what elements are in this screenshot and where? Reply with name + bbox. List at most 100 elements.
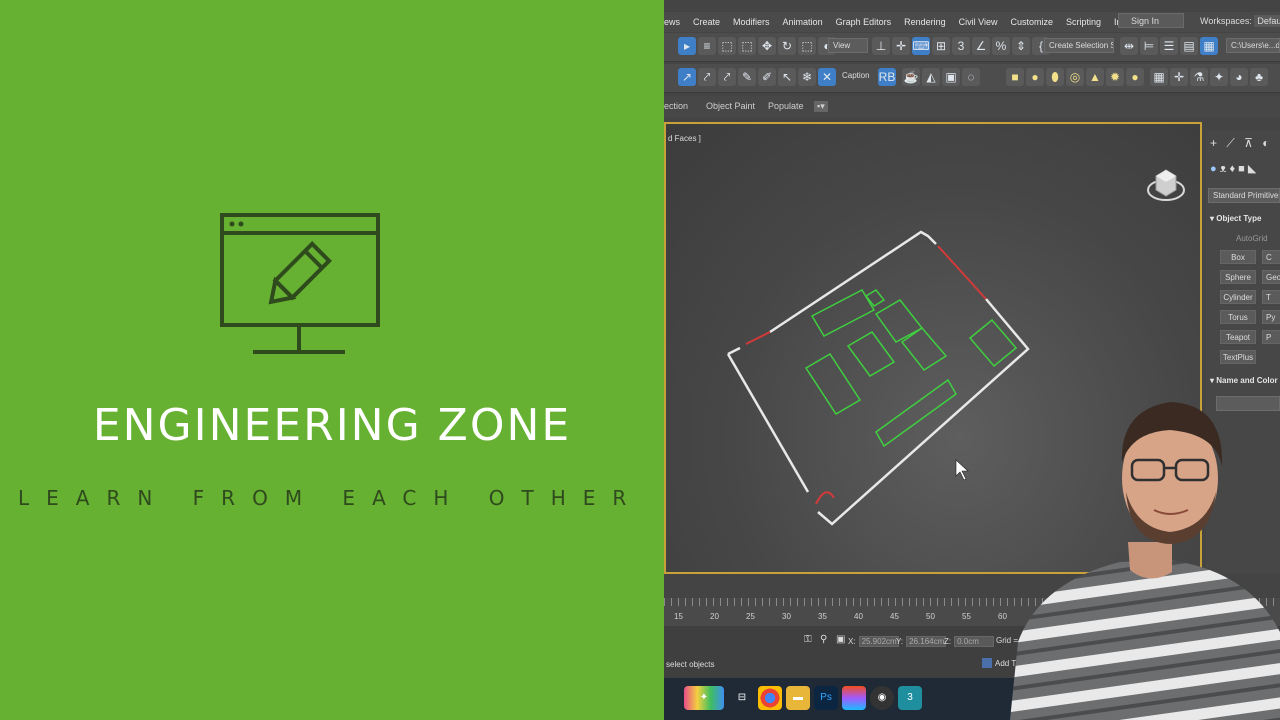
move-icon[interactable]: ✥ (758, 37, 776, 55)
scene-explorer-icon[interactable]: ▦ (1200, 37, 1218, 55)
percent-snap-icon[interactable]: % (992, 37, 1010, 55)
3dsmax-icon[interactable]: 3 (898, 686, 922, 710)
primitive-button-right[interactable]: Py (1262, 310, 1280, 324)
menu-item-create[interactable]: Create (693, 17, 720, 27)
link-icon[interactable]: ↗ (678, 68, 696, 86)
primitive-button-right[interactable]: P (1262, 330, 1280, 344)
primitive-button-right[interactable]: C (1262, 250, 1280, 264)
select-by-name-icon[interactable]: ≡ (698, 37, 716, 55)
flask-icon[interactable]: ⚗ (1190, 68, 1208, 86)
photoshop-icon[interactable]: Ps (814, 686, 838, 710)
cone-primitive-icon[interactable]: ▲ (1086, 68, 1104, 86)
motion-tab-icon[interactable]: ◐ (1262, 136, 1269, 150)
reference-coordinate-dropdown[interactable]: View (828, 38, 868, 53)
lock-selection-icon[interactable]: ⚿ (804, 634, 812, 645)
workspaces[interactable]: Workspaces: Default (1200, 15, 1280, 27)
menu-item-rendering[interactable]: Rendering (904, 17, 946, 27)
select-manipulate-icon[interactable]: ✛ (892, 37, 910, 55)
helper-icon[interactable]: ✛ (1170, 68, 1188, 86)
cylinder-primitive-icon[interactable]: ⬮ (1046, 68, 1064, 86)
sphere-primitive-icon[interactable]: ● (1026, 68, 1044, 86)
light-icon[interactable]: ✹ (1106, 68, 1124, 86)
z-value-field[interactable]: 0.0cm (954, 636, 995, 647)
render-frame-icon[interactable]: ◭ (922, 68, 940, 86)
primitive-button-teapot[interactable]: Teapot (1220, 330, 1256, 344)
recorder-icon[interactable]: ◉ (870, 686, 894, 710)
primitive-button-textplus[interactable]: TextPlus (1220, 350, 1256, 364)
primitive-button-right[interactable]: T (1262, 290, 1280, 304)
ribbon-tab-populate[interactable]: Populate (768, 101, 804, 111)
primitive-button-right[interactable]: Geo (1262, 270, 1280, 284)
helpers-category-icon[interactable]: ◣ (1248, 163, 1256, 175)
water-icon[interactable]: ◕ (1230, 68, 1248, 86)
menu-item-civil-view[interactable]: Civil View (959, 17, 998, 27)
hierarchy-tab-icon[interactable]: ⊼ (1244, 136, 1253, 150)
window-crossing-icon[interactable]: ⬚ (738, 37, 756, 55)
sign-in-dropdown[interactable]: Sign In (1118, 13, 1184, 28)
menu-item-modifiers[interactable]: Modifiers (733, 17, 770, 27)
snap-icon[interactable]: ⊞ (932, 37, 950, 55)
menu-item-customize[interactable]: Customize (1010, 17, 1053, 27)
geometry-category-icon[interactable]: ● (1210, 163, 1217, 175)
keyboard-shortcut-icon[interactable]: ⌨ (912, 37, 930, 55)
rect-selection-icon[interactable]: ⬚ (718, 37, 736, 55)
primitive-category-dropdown[interactable]: Standard Primitives (1208, 188, 1280, 203)
shapes-category-icon[interactable]: ᴥ (1220, 163, 1227, 175)
spark-icon[interactable]: ✦ (1210, 68, 1228, 86)
pivot-icon[interactable]: ⊥ (872, 37, 890, 55)
box-primitive-icon[interactable]: ■ (1006, 68, 1024, 86)
primitive-button-sphere[interactable]: Sphere (1220, 270, 1256, 284)
caption-button[interactable]: Caption (838, 69, 872, 84)
bulb-icon[interactable]: ● (1126, 68, 1144, 86)
masks-icon[interactable]: ✦ (684, 686, 724, 710)
angle-snap-icon[interactable]: ∠ (972, 37, 990, 55)
spinner-snap-icon[interactable]: ⇕ (1012, 37, 1030, 55)
folder-icon[interactable]: ▬ (786, 686, 810, 710)
menu-item-scripting[interactable]: Scripting (1066, 17, 1101, 27)
ribbon-menu-icon[interactable]: ▪▾ (814, 101, 828, 112)
absolute-mode-icon[interactable]: ▣ (836, 634, 845, 645)
primitive-button-cylinder[interactable]: Cylinder (1220, 290, 1256, 304)
primitive-button-torus[interactable]: Torus (1220, 310, 1256, 324)
unlink-icon[interactable]: ⤤ (698, 68, 716, 86)
workspaces-value[interactable]: Default (1254, 15, 1280, 27)
tree-icon[interactable]: ♣ (1250, 68, 1268, 86)
named-selection-set-dropdown[interactable]: Create Selection Se (1044, 38, 1114, 53)
menu-item-animation[interactable]: Animation (783, 17, 823, 27)
primitive-button-box[interactable]: Box (1220, 250, 1256, 264)
scale-icon[interactable]: ⬚ (798, 37, 816, 55)
grid-icon[interactable]: ▦ (1150, 68, 1168, 86)
snap-3d-icon[interactable]: 3 (952, 37, 970, 55)
cameras-category-icon[interactable]: ■ (1238, 163, 1245, 175)
align-icon[interactable]: ⊨ (1140, 37, 1158, 55)
menu-item-ews[interactable]: ews (664, 17, 680, 27)
layer-explorer-icon[interactable]: ☰ (1160, 37, 1178, 55)
teapot-icon[interactable]: ☕ (902, 68, 920, 86)
rotate-icon[interactable]: ↻ (778, 37, 796, 55)
material-editor-icon[interactable]: ◌ (962, 68, 980, 86)
ribbon-toggle-icon[interactable]: ▤ (1180, 37, 1198, 55)
torus-primitive-icon[interactable]: ◎ (1066, 68, 1084, 86)
x-value-field[interactable]: 25.902cm (858, 636, 899, 647)
xp-icon[interactable]: ✕ (818, 68, 836, 86)
create-tab-icon[interactable]: + (1210, 136, 1217, 150)
project-path-field[interactable]: C:\Users\e...ds M (1226, 38, 1280, 53)
figma-icon[interactable] (842, 686, 866, 710)
chrome-icon[interactable] (758, 686, 782, 710)
pen-icon[interactable]: ✎ (738, 68, 756, 86)
time-tag-icon[interactable] (982, 658, 992, 668)
autogrid-checkbox[interactable]: AutoGrid (1236, 234, 1280, 243)
select-object-icon[interactable]: ▸ (678, 37, 696, 55)
name-and-color-rollout[interactable]: ▾ Name and Color (1210, 376, 1280, 385)
lights-category-icon[interactable]: ♦ (1229, 163, 1235, 175)
taskview-icon[interactable]: ⊟ (730, 686, 754, 710)
ribbon-tab-selection[interactable]: ection (664, 101, 688, 111)
mirror-icon[interactable]: ⇹ (1120, 37, 1138, 55)
ribbon-tab-object-paint[interactable]: Object Paint (706, 101, 755, 111)
snowflake-icon[interactable]: ❄ (798, 68, 816, 86)
paint-icon[interactable]: ✐ (758, 68, 776, 86)
rb-button[interactable]: RB (878, 68, 896, 86)
render-icon[interactable]: ▣ (942, 68, 960, 86)
bind-icon[interactable]: ⤤ (718, 68, 736, 86)
modify-tab-icon[interactable]: ⟋ (1226, 136, 1234, 150)
